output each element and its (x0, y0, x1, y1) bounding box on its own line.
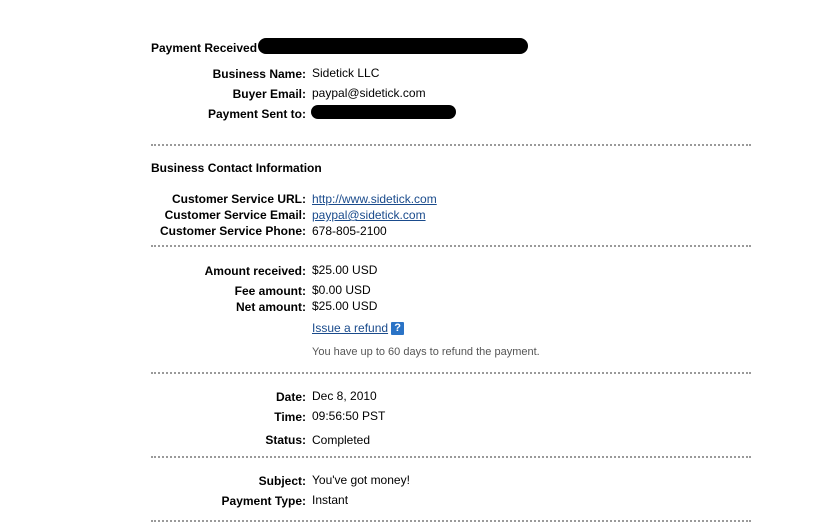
customer-service-url-link[interactable]: http://www.sidetick.com (312, 192, 437, 206)
subject-value: You've got money! (312, 473, 410, 487)
redacted-recipient-email (311, 105, 456, 119)
refund-row: Issue a refund? (312, 321, 405, 336)
payment-type-value: Instant (312, 493, 349, 507)
section-divider (151, 144, 751, 146)
business-name-label: Business Name: (212, 67, 306, 81)
customer-service-phone-value: 678-805-2100 (312, 224, 387, 238)
date-label: Date: (275, 390, 306, 404)
customer-service-url-label: Customer Service URL: (171, 192, 306, 206)
section-divider (151, 456, 751, 458)
buyer-email-label: Buyer Email: (232, 87, 306, 101)
business-contact-title: Business Contact Information (151, 161, 322, 175)
section-divider (151, 372, 751, 374)
date-value: Dec 8, 2010 (312, 389, 377, 403)
customer-service-email-link[interactable]: paypal@sidetick.com (312, 208, 426, 222)
amount-received-label: Amount received: (204, 264, 306, 278)
amount-received-value: $25.00 USD (312, 263, 378, 277)
fee-amount-label: Fee amount: (234, 284, 306, 298)
fee-amount-value: $0.00 USD (312, 283, 371, 297)
customer-service-phone-label: Customer Service Phone: (159, 224, 306, 238)
status-label: Status: (265, 433, 306, 447)
help-question-icon[interactable]: ? (391, 322, 405, 336)
section-divider (151, 245, 751, 247)
refund-note: You have up to 60 days to refund the pay… (312, 346, 540, 358)
time-label: Time: (274, 410, 306, 424)
net-amount-value: $25.00 USD (312, 299, 378, 313)
section-divider (151, 520, 751, 522)
issue-refund-link[interactable]: Issue a refund (312, 321, 388, 335)
payment-type-label: Payment Type: (221, 494, 306, 508)
business-name-value: Sidetick LLC (312, 66, 380, 80)
time-value: 09:56:50 PST (312, 409, 386, 423)
net-amount-label: Net amount: (236, 300, 306, 314)
redacted-transaction-id (258, 38, 528, 54)
buyer-email-value: paypal@sidetick.com (312, 86, 426, 100)
status-value: Completed (312, 433, 371, 447)
payment-sent-to-label: Payment Sent to: (207, 107, 306, 121)
payment-received-title: Payment Received (151, 41, 258, 55)
customer-service-email-label: Customer Service Email: (164, 208, 306, 222)
subject-label: Subject: (258, 474, 306, 488)
